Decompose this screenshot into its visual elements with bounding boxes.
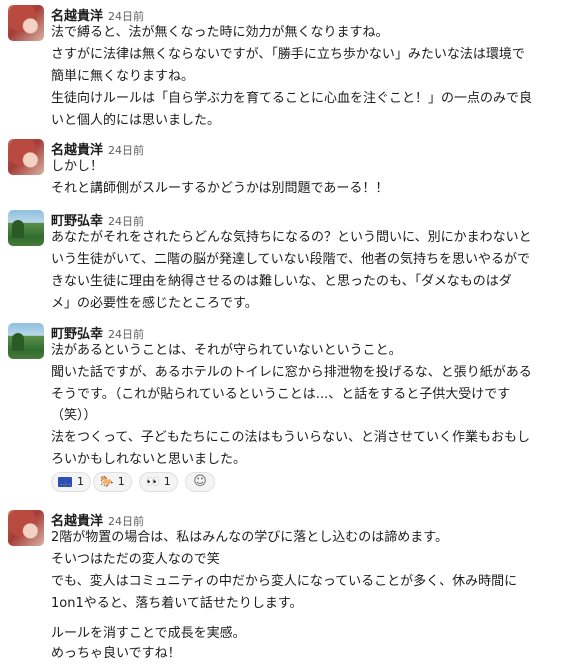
author-name[interactable]: 名越貴洋 bbox=[51, 514, 103, 529]
message-text: 1on1やると、落ち着いて話せたりします。 bbox=[51, 596, 303, 611]
timestamp[interactable]: 24日前 bbox=[108, 10, 144, 23]
avatar[interactable] bbox=[8, 323, 44, 359]
avatar[interactable] bbox=[8, 5, 44, 41]
reaction-count: 1 bbox=[77, 475, 84, 488]
message-text: しかし！ bbox=[51, 159, 104, 174]
message-text: いと個人的には思いました。 bbox=[51, 113, 221, 128]
message-text: それと講師側がスルーするかどうかは別問題であーる！！ bbox=[51, 181, 389, 196]
message-text: 聞いた話ですが、あるホテルのトイレに窓から排泄物を投げるな、と張り紙がある bbox=[51, 365, 532, 380]
message-text: （笑）） bbox=[51, 408, 97, 423]
author-name[interactable]: 名越貴洋 bbox=[51, 143, 103, 158]
add-reaction-button[interactable]: ☺ bbox=[185, 472, 215, 492]
reaction-horse[interactable]: 🐎 1 bbox=[93, 472, 132, 492]
message-text: 法があるということは、それが守られていないということ。 bbox=[51, 343, 402, 358]
message-text: ルールを消すことで成長を実感。 bbox=[51, 626, 246, 641]
message-text: でも、変人はコミュニティの中だから変人になっていることが多く、休み時間に bbox=[51, 574, 518, 589]
message-text: めっちゃ良いですね！ bbox=[51, 646, 181, 661]
message-text: 簡単に無くなりますね。 bbox=[51, 69, 195, 84]
message-text: きない生徒に理由を納得させるのは難しいな、と思ったのも、「ダメなものはダ bbox=[51, 274, 512, 289]
timestamp[interactable]: 24日前 bbox=[108, 328, 144, 341]
reaction-eu-flag[interactable]: 1 bbox=[51, 472, 91, 495]
timestamp[interactable]: 24日前 bbox=[108, 515, 144, 528]
message-text: 法で縛ると、法が無くなった時に効力が無くなりますね。 bbox=[51, 25, 389, 40]
add-emoji-icon: ☺ bbox=[193, 474, 207, 489]
avatar[interactable] bbox=[8, 139, 44, 175]
message-text: 法をつくって、子どもたちにこの法はもういらない、と消させていく作業もおもし bbox=[51, 430, 531, 445]
avatar[interactable] bbox=[8, 210, 44, 246]
horse-icon: 🐎 bbox=[100, 475, 114, 488]
message-text: そいつはただの変人なので笑 bbox=[51, 552, 220, 567]
author-name[interactable]: 町野弘幸 bbox=[51, 214, 103, 229]
message-text: さすがに法律は無くならないですが、「勝手に立ち歩かない」みたいな法は環境で bbox=[51, 47, 525, 62]
timestamp[interactable]: 24日前 bbox=[108, 144, 144, 157]
message-text: いう生徒がいて、二階の脳が発達していない段階で、他者の気持ちを思いやるがで bbox=[51, 252, 531, 267]
author-name[interactable]: 名越貴洋 bbox=[51, 9, 103, 24]
message-text: 2階が物置の場合は、私はみんなの学びに落とし込むのは諦めます。 bbox=[51, 530, 448, 545]
message-text: あなたがそれをされたらどんな気持ちになるの？という問いに、別にかまわないと bbox=[51, 230, 532, 245]
message-text: そうです。（これが貼られているということは...、と話をすると子供大受けです bbox=[51, 387, 511, 402]
message-text: メ」の必要性を感じたところです。 bbox=[51, 296, 258, 311]
author-name[interactable]: 町野弘幸 bbox=[51, 327, 103, 342]
timestamp[interactable]: 24日前 bbox=[108, 215, 144, 228]
message-text: ろいかもしれないと思いました。 bbox=[51, 452, 247, 467]
eu-flag-icon bbox=[58, 475, 72, 495]
eyes-icon: 👀 bbox=[146, 475, 160, 488]
reaction-count: 1 bbox=[163, 475, 171, 488]
reaction-count: 1 bbox=[117, 475, 125, 488]
reaction-eyes[interactable]: 👀 1 bbox=[139, 472, 178, 492]
avatar[interactable] bbox=[8, 510, 44, 546]
message-text: 生徒向けルールは「自ら学ぶ力を育てることに心血を注ぐこと！」の一点のみで良 bbox=[51, 91, 533, 106]
